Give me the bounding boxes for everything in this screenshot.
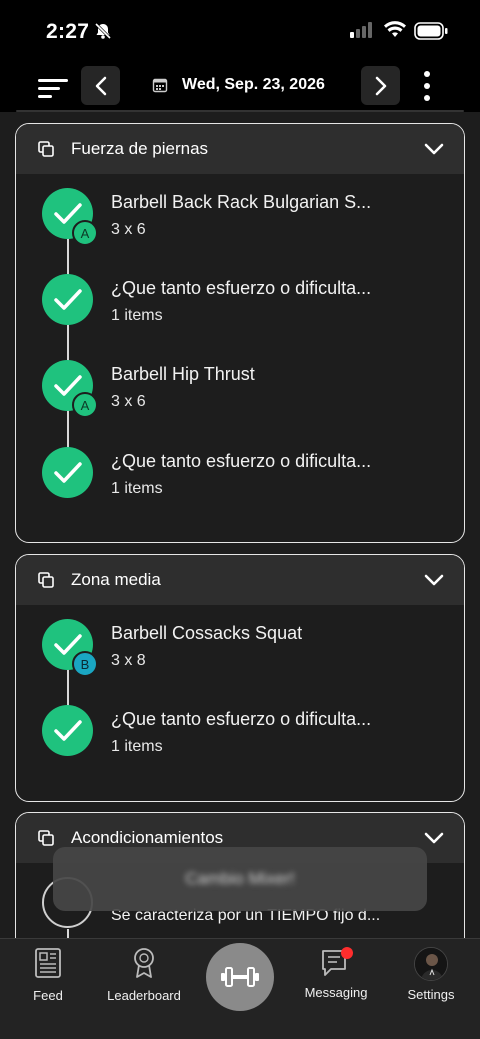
chevron-down-icon[interactable] [424, 142, 444, 160]
top-navigation: Wed, Sep. 23, 2026 [0, 62, 480, 112]
section-title: Fuerza de piernas [71, 139, 209, 158]
exercise-item[interactable]: B Barbell Cossacks Squat 3 x 8 [16, 619, 464, 679]
exercise-name: Barbell Back Rack Bulgarian S... [111, 192, 372, 212]
exercise-detail: 1 items [111, 307, 163, 324]
wifi-icon [383, 20, 407, 43]
tab-label: Settings [407, 987, 455, 1002]
feed-icon [35, 948, 61, 978]
section-header[interactable]: Zona media [16, 555, 464, 605]
exercise-detail: 3 x 8 [111, 652, 146, 669]
exercise-item[interactable]: ¿Que tanto esfuerzo o dificulta... 1 ite… [16, 705, 464, 765]
exercise-item[interactable]: A Barbell Back Rack Bulgarian S... 3 x 6 [16, 188, 464, 248]
toast-text: Cambio Mixer! [185, 869, 295, 888]
tab-messaging[interactable]: Messaging [300, 947, 372, 1000]
status-bar: 2:27 [0, 0, 480, 62]
superset-badge: A [72, 392, 98, 418]
bottom-tab-bar: Feed Leaderboard Messaging Settings [0, 938, 480, 1039]
exercise-detail: 3 x 6 [111, 221, 146, 238]
dumbbell-icon [221, 967, 259, 987]
exercise-name: Barbell Cossacks Squat [111, 623, 303, 643]
bell-muted-icon [94, 22, 112, 45]
tab-settings[interactable]: Settings [402, 947, 460, 1002]
check-icon [42, 447, 93, 498]
workout-button[interactable] [206, 943, 274, 1011]
toast-notification: Cambio Mixer! [53, 847, 427, 911]
filter-menu-icon[interactable] [38, 76, 70, 100]
date-selector[interactable]: Wed, Sep. 23, 2026 [152, 76, 325, 94]
battery-icon [414, 22, 448, 45]
more-options-icon[interactable] [420, 70, 434, 102]
exercise-item[interactable]: ¿Que tanto esfuerzo o dificulta... 1 ite… [16, 274, 464, 334]
tab-label: Messaging [304, 985, 368, 1000]
exercise-name: Barbell Hip Thrust [111, 364, 255, 384]
exercise-item[interactable]: ¿Que tanto esfuerzo o dificulta... 1 ite… [16, 447, 464, 507]
tab-leaderboard[interactable]: Leaderboard [104, 947, 184, 1003]
exercise-detail: 1 items [111, 480, 163, 497]
section-card: Fuerza de piernas A Barbell Back Rack Bu… [15, 123, 465, 543]
copy-icon[interactable] [38, 830, 54, 851]
exercise-name: ¿Que tanto esfuerzo o dificulta... [111, 451, 372, 471]
workout-content[interactable]: Fuerza de piernas A Barbell Back Rack Bu… [0, 112, 480, 938]
next-day-button[interactable] [361, 66, 400, 105]
current-date: Wed, Sep. 23, 2026 [182, 76, 325, 93]
previous-day-button[interactable] [81, 66, 120, 105]
tab-label: Feed [33, 988, 63, 1003]
cellular-signal-icon [350, 22, 374, 43]
timeline-line [67, 212, 69, 474]
chevron-left-icon [95, 76, 106, 95]
exercise-detail: 3 x 6 [111, 393, 146, 410]
exercise-name: ¿Que tanto esfuerzo o dificulta... [111, 709, 372, 729]
exercise-item[interactable]: A Barbell Hip Thrust 3 x 6 [16, 360, 464, 420]
section-title: Zona media [71, 570, 161, 589]
exercise-name: ¿Que tanto esfuerzo o dificulta... [111, 278, 372, 298]
check-icon [42, 274, 93, 325]
tab-label: Leaderboard [107, 988, 181, 1003]
chevron-down-icon[interactable] [424, 831, 444, 849]
chevron-right-icon [375, 76, 386, 95]
award-ribbon-icon [134, 948, 154, 978]
copy-icon[interactable] [38, 572, 54, 593]
superset-badge: A [72, 220, 98, 246]
exercise-detail: 1 items [111, 738, 163, 755]
avatar [414, 947, 448, 981]
calendar-icon [152, 78, 168, 93]
chevron-down-icon[interactable] [424, 573, 444, 591]
section-card: Zona media B Barbell Cossacks Squat 3 x … [15, 554, 465, 802]
section-title: Acondicionamientos [71, 828, 224, 847]
status-time: 2:27 [46, 20, 90, 43]
superset-badge: B [72, 651, 98, 677]
notification-dot [341, 947, 353, 959]
section-header[interactable]: Fuerza de piernas [16, 124, 464, 174]
tab-feed[interactable]: Feed [22, 947, 74, 1003]
copy-icon[interactable] [38, 141, 54, 162]
check-icon [42, 705, 93, 756]
